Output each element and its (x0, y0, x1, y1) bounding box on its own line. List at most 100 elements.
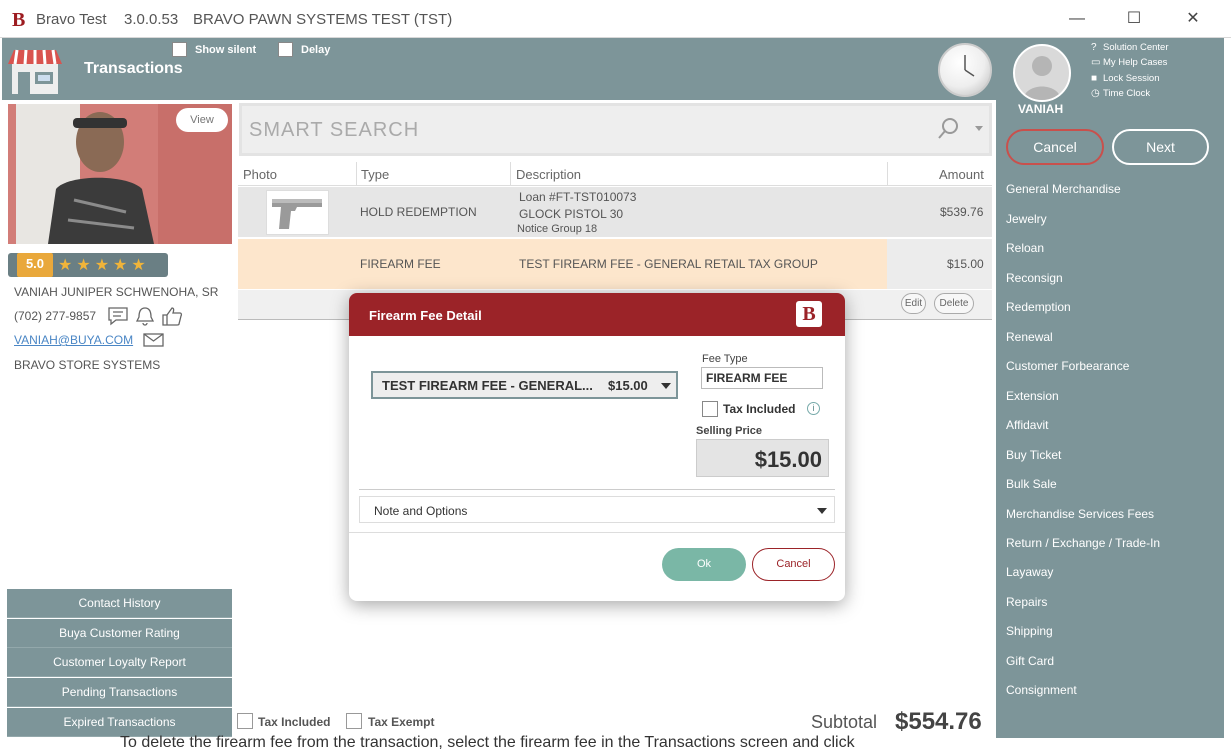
chevron-down-icon (661, 383, 671, 389)
column-divider (510, 162, 511, 186)
maximize-button[interactable]: ☐ (1119, 8, 1149, 30)
tax-included-label: Tax Included (258, 715, 331, 729)
row-desc-notice: Notice Group 18 (517, 223, 598, 235)
ok-button[interactable]: Ok (662, 548, 746, 581)
divider (349, 532, 845, 533)
tax-exempt-checkbox[interactable] (346, 713, 362, 729)
menu-shipping[interactable]: Shipping (1006, 624, 1053, 638)
menu-buy-ticket[interactable]: Buy Ticket (1006, 448, 1061, 462)
menu-jewelry[interactable]: Jewelry (1006, 212, 1047, 226)
delay-label: Delay (301, 44, 331, 56)
delay-checkbox[interactable] (278, 42, 293, 57)
fee-select-amount: $15.00 (608, 378, 648, 393)
help-icon: ? (1091, 42, 1097, 53)
subtotal-value: $554.76 (895, 708, 982, 735)
column-amount: Amount (939, 167, 984, 182)
time-clock-icon: ◷ (1091, 88, 1100, 99)
customer-company: BRAVO STORE SYSTEMS (14, 358, 161, 372)
menu-merchandise-services-fees[interactable]: Merchandise Services Fees (1006, 507, 1154, 521)
page-title: Transactions (84, 60, 183, 77)
cancel-transaction-button[interactable]: Cancel (1006, 129, 1104, 165)
column-photo: Photo (243, 167, 277, 182)
my-help-cases-label: My Help Cases (1103, 57, 1168, 68)
fee-select-dropdown[interactable]: TEST FIREARM FEE - GENERAL... $15.00 (371, 371, 678, 399)
delete-button[interactable]: Delete (934, 293, 974, 314)
edit-button[interactable]: Edit (901, 293, 926, 314)
view-photo-button[interactable]: View (176, 108, 228, 132)
column-divider (887, 162, 888, 186)
menu-renewal[interactable]: Renewal (1006, 330, 1053, 344)
close-window-button[interactable]: ✕ (1178, 8, 1208, 30)
subtotal-label: Subtotal (811, 712, 878, 732)
item-photo (266, 190, 329, 235)
dialog-header: Firearm Fee Detail B (349, 293, 845, 336)
document-text-behind: To delete the firearm fee from the trans… (120, 734, 855, 751)
email-icon[interactable] (143, 333, 164, 347)
column-type: Type (361, 167, 390, 182)
customer-rating: 5.0 ★★★★★ (8, 253, 168, 277)
customer-email-link[interactable]: VANIAH@BUYA.COM (14, 333, 133, 347)
row-type: HOLD REDEMPTION (360, 205, 477, 219)
note-and-options-dropdown[interactable]: Note and Options (359, 496, 835, 523)
menu-gift-card[interactable]: Gift Card (1006, 654, 1054, 668)
menu-general-merchandise[interactable]: General Merchandise (1006, 182, 1121, 196)
selling-price-value: $15.00 (754, 447, 822, 472)
bravo-logo-icon: B (796, 301, 822, 327)
solution-center-label: Solution Center (1103, 42, 1169, 53)
row-desc-loan: Loan #FT-TST010073 (519, 190, 637, 204)
message-icon[interactable] (107, 306, 129, 326)
fee-type-label: Fee Type (702, 353, 748, 365)
customer-email[interactable]: VANIAH@BUYA.COM (14, 333, 133, 347)
tax-included-checkbox[interactable] (237, 713, 253, 729)
search-input[interactable]: SMART SEARCH (249, 119, 419, 142)
buya-customer-rating-button[interactable]: Buya Customer Rating (7, 619, 232, 648)
bravo-logo-icon: B (12, 9, 26, 31)
fee-select-name: TEST FIREARM FEE - GENERAL... (382, 378, 593, 393)
time-clock-link[interactable]: ◷ Time Clock (1091, 88, 1150, 99)
solution-center-link[interactable]: ? Solution Center (1091, 42, 1168, 53)
selling-price-label: Selling Price (696, 425, 763, 437)
dialog-tax-included-label: Tax Included (723, 402, 796, 416)
menu-reloan[interactable]: Reloan (1006, 241, 1044, 255)
lock-session-link[interactable]: ■ Lock Session (1091, 73, 1160, 84)
menu-redemption[interactable]: Redemption (1006, 300, 1071, 314)
cancel-button[interactable]: Cancel (752, 548, 835, 581)
minimize-button[interactable]: — (1062, 8, 1092, 30)
tax-exempt-label: Tax Exempt (368, 715, 435, 729)
menu-affidavit[interactable]: Affidavit (1006, 418, 1048, 432)
menu-repairs[interactable]: Repairs (1006, 595, 1047, 609)
dialog-title: Firearm Fee Detail (369, 308, 482, 323)
customer-loyalty-report-button[interactable]: Customer Loyalty Report (7, 648, 232, 677)
selling-price-field[interactable]: $15.00 (696, 439, 829, 477)
contact-history-button[interactable]: Contact History (7, 589, 232, 618)
show-silent-checkbox[interactable] (172, 42, 187, 57)
search-options-chevron-icon[interactable] (975, 126, 983, 132)
customer-name: VANIAH JUNIPER SCHWENOHA, SR (14, 285, 219, 299)
menu-bulk-sale[interactable]: Bulk Sale (1006, 477, 1057, 491)
smart-search-bar[interactable]: SMART SEARCH (239, 103, 992, 156)
next-button[interactable]: Next (1112, 129, 1209, 165)
pending-transactions-button[interactable]: Pending Transactions (7, 678, 232, 707)
my-help-cases-link[interactable]: ▭ My Help Cases (1091, 57, 1167, 68)
store-icon (8, 49, 62, 94)
user-name: VANIAH (1018, 102, 1064, 116)
menu-extension[interactable]: Extension (1006, 389, 1059, 403)
search-icon[interactable] (937, 116, 961, 140)
environment-name: BRAVO PAWN SYSTEMS TEST (TST) (193, 11, 453, 28)
dialog-tax-included-checkbox[interactable] (702, 401, 718, 417)
expired-transactions-button[interactable]: Expired Transactions (7, 708, 232, 737)
user-avatar[interactable] (1013, 44, 1071, 102)
menu-layaway[interactable]: Layaway (1006, 565, 1053, 579)
menu-consignment[interactable]: Consignment (1006, 683, 1077, 697)
menu-customer-forbearance[interactable]: Customer Forbearance (1006, 359, 1129, 373)
row-desc-item: GLOCK PISTOL 30 (519, 207, 624, 221)
info-icon[interactable]: i (807, 402, 820, 415)
app-name: Bravo Test (36, 11, 107, 28)
notification-bell-icon[interactable] (134, 305, 156, 327)
menu-reconsign[interactable]: Reconsign (1006, 271, 1063, 285)
app-window: B Bravo Test 3.0.0.53 BRAVO PAWN SYSTEMS… (0, 0, 1231, 751)
thumbs-up-icon[interactable] (160, 305, 184, 327)
menu-return-exchange[interactable]: Return / Exchange / Trade-In (1006, 536, 1160, 550)
fee-type-field[interactable]: FIREARM FEE (701, 367, 823, 389)
transactions-grid-header: Photo Type Description Amount (238, 162, 992, 186)
